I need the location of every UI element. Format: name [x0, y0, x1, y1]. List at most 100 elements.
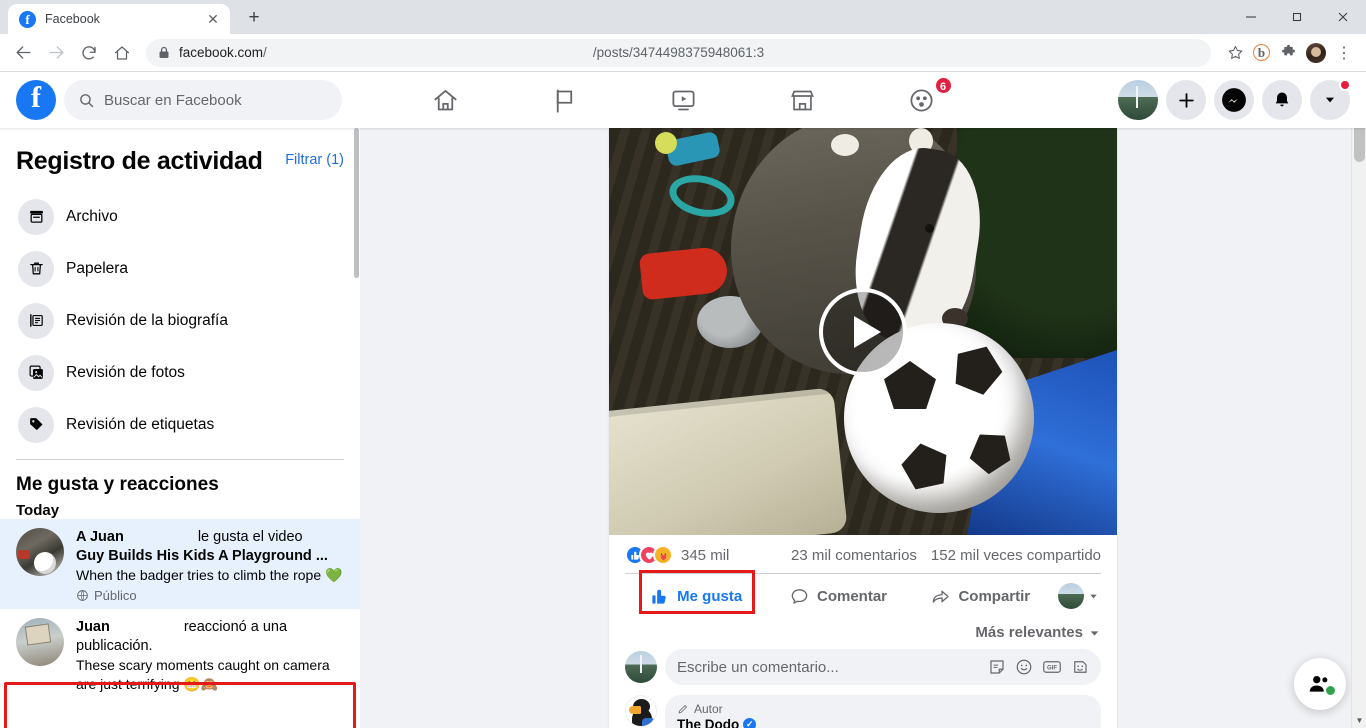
tab-close-icon[interactable]: ✕ — [204, 10, 222, 28]
browser-toolbar: facebook.com / /posts/3474498375948061:3… — [0, 34, 1366, 72]
comment-author-tag: Autor — [677, 702, 1089, 716]
star-icon[interactable] — [1221, 39, 1249, 67]
comments-count[interactable]: 23 mil comentarios — [791, 547, 917, 564]
page-scrollbar[interactable]: ▲ ▼ — [1351, 72, 1366, 728]
photo-review-icon — [18, 354, 54, 391]
gif-icon[interactable]: GIF — [1042, 658, 1062, 676]
home-icon — [433, 89, 457, 110]
play-button-icon[interactable] — [819, 287, 907, 376]
facebook-logo-icon[interactable]: f — [16, 80, 56, 120]
comment-sort-row[interactable]: Más relevantes — [609, 618, 1117, 643]
messenger-button[interactable] — [1214, 80, 1254, 120]
url-slash: / — [263, 45, 267, 60]
scroll-down-arrow-icon[interactable]: ▼ — [1352, 712, 1366, 728]
browser-profile-avatar[interactable] — [1306, 42, 1326, 63]
comment-avatar[interactable] — [625, 695, 657, 727]
reload-icon[interactable] — [74, 38, 104, 68]
extension-b-icon[interactable]: b — [1253, 44, 1270, 61]
sidebar-header: Registro de actividad Filtrar (1) — [0, 146, 360, 177]
account-menu-button[interactable] — [1310, 79, 1351, 120]
nav-groups[interactable]: 6 — [866, 76, 977, 124]
post-stats: 345 mil 23 mil comentarios 152 mil veces… — [609, 535, 1117, 573]
window-maximize-icon[interactable] — [1274, 0, 1320, 34]
watch-video-icon — [671, 90, 695, 110]
video-tub — [609, 387, 848, 535]
sidebar-item-revision-etiquetas[interactable]: Revisión de etiquetas — [12, 399, 348, 451]
svg-text:GIF: GIF — [1047, 666, 1057, 672]
sidebar-scrollbar[interactable] — [353, 128, 360, 728]
contacts-fab-button[interactable] — [1294, 658, 1346, 710]
filter-link[interactable]: Filtrar (1) — [285, 146, 344, 168]
sticker-icon[interactable] — [988, 658, 1006, 676]
search-input[interactable]: Buscar en Facebook — [64, 80, 342, 120]
nav-marketplace[interactable] — [747, 76, 858, 124]
share-avatar — [1057, 583, 1084, 609]
nav-pages[interactable] — [509, 76, 620, 124]
emoji-icon[interactable] — [1015, 658, 1033, 676]
comment-author-name[interactable]: The Dodo ✓ — [677, 717, 1089, 728]
sidebar-item-revision-biografia[interactable]: Revisión de la biografía — [12, 295, 348, 347]
sidebar-item-papelera[interactable]: Papelera — [12, 243, 348, 295]
comment-placeholder: Escribe un comentario... — [677, 658, 839, 676]
activity-actor: Juan — [76, 619, 110, 636]
nav-watch[interactable] — [628, 76, 739, 124]
shares-count[interactable]: 152 mil veces compartido — [931, 547, 1101, 564]
tag-review-icon — [18, 406, 54, 443]
create-button[interactable] — [1166, 80, 1206, 120]
sidebar-item-revision-fotos[interactable]: Revisión de fotos — [12, 347, 348, 399]
puzzle-icon[interactable] — [1274, 39, 1302, 67]
activity-action: le gusta el video — [197, 528, 303, 545]
facebook-favicon-icon: f — [19, 10, 36, 28]
account-alert-dot — [1339, 79, 1351, 91]
nav-home[interactable] — [390, 76, 501, 124]
sidebar-item-label: Papelera — [66, 259, 129, 277]
post-video[interactable] — [609, 128, 1117, 535]
activity-line-actor-action: Juan reaccionó a una publicación. — [76, 618, 344, 656]
address-bar[interactable]: facebook.com / /posts/3474498375948061:3 — [146, 38, 1211, 67]
video-badger-ear — [831, 134, 859, 156]
activity-snippet: When the badger tries to climb the rope … — [76, 567, 343, 584]
notifications-button[interactable] — [1262, 80, 1302, 120]
header-right — [1020, 79, 1351, 120]
reaction-count[interactable]: 345 mil — [681, 547, 729, 564]
bell-icon — [1275, 92, 1289, 107]
comment-button[interactable]: Comentar — [767, 577, 909, 615]
comment-author-label: Autor — [694, 702, 723, 716]
browser-tab-facebook[interactable]: f Facebook ✕ — [8, 4, 230, 34]
activity-text: Juan reaccionó a una publicación. These s… — [76, 618, 344, 694]
forward-arrow-icon[interactable] — [41, 38, 71, 68]
comment-button-label: Comentar — [816, 587, 887, 605]
home-icon[interactable] — [107, 38, 137, 68]
comment-sort-label: Más relevantes — [975, 624, 1083, 641]
share-icon — [933, 590, 950, 603]
header-profile-avatar[interactable] — [1118, 80, 1158, 120]
activity-item-liked-video[interactable]: A Juan le gusta el video Guy Builds His K… — [0, 518, 360, 610]
activity-thumbnail — [16, 527, 64, 576]
care-reaction-icon — [653, 545, 673, 565]
marketplace-icon — [790, 90, 814, 110]
sidebar-item-archivo[interactable]: Archivo — [12, 191, 348, 243]
share-button[interactable]: Compartir — [910, 577, 1052, 615]
activity-snippet: These scary moments caught on camera are… — [76, 657, 330, 693]
window-close-icon[interactable] — [1320, 0, 1366, 34]
activity-actor: A Juan — [76, 528, 124, 545]
browser-tool-icons: b ⋮ — [1217, 39, 1358, 67]
activity-thumbnail — [16, 618, 64, 667]
back-arrow-icon[interactable] — [8, 38, 38, 68]
like-button[interactable]: Me gusta — [625, 577, 767, 615]
new-tab-button[interactable]: + — [240, 4, 268, 32]
browser-menu-icon[interactable]: ⋮ — [1330, 39, 1358, 67]
window-minimize-icon[interactable] — [1228, 0, 1274, 34]
camera-effect-icon[interactable] — [1071, 658, 1089, 676]
activity-item-reacted-post[interactable]: Juan reaccionó a una publicación. These s… — [0, 609, 360, 700]
comment-input[interactable]: Escribe un comentario... GIF — [665, 649, 1101, 685]
sidebar-item-list: Archivo Papelera Revisión de la biografí… — [0, 191, 360, 451]
groups-icon — [909, 88, 933, 112]
messenger-icon — [1222, 88, 1246, 112]
activity-text: A Juan le gusta el video Guy Builds His K… — [76, 528, 344, 604]
search-placeholder: Buscar en Facebook — [104, 91, 242, 109]
share-audience-selector[interactable] — [1052, 583, 1101, 609]
reaction-icons[interactable] — [625, 545, 673, 565]
like-button-label: Me gusta — [677, 587, 743, 605]
trash-icon — [18, 250, 54, 287]
